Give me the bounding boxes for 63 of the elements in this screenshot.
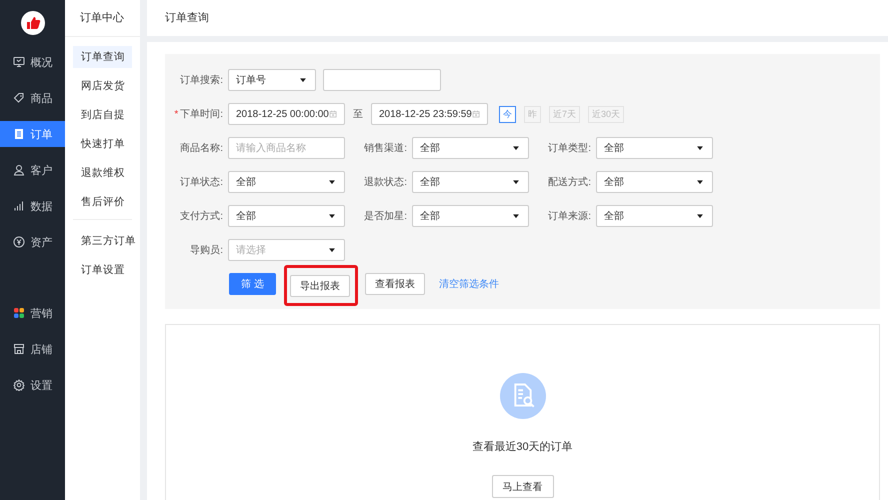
search-type-select[interactable]: 订单号 — [228, 69, 316, 91]
nav-item[interactable]: 订单 — [0, 121, 65, 147]
nav-item[interactable]: 数据 — [0, 193, 65, 219]
filter-button[interactable]: 筛 选 — [229, 273, 276, 295]
field-label: 导购员: — [189, 244, 223, 257]
nav-item[interactable]: 店铺 — [0, 336, 65, 362]
nav-item[interactable]: 商品 — [0, 85, 65, 111]
nav-item[interactable]: 概况 — [0, 49, 65, 75]
document-icon — [12, 128, 24, 140]
store-icon — [12, 343, 24, 355]
logo-icon — [20, 11, 44, 35]
empty-message: 查看最近30天的订单 — [472, 440, 573, 454]
field-label: 订单搜索: — [179, 74, 223, 87]
date-preset-button[interactable]: 今 — [499, 106, 516, 122]
calendar-icon — [472, 109, 480, 119]
menu-item[interactable]: 退款维权 — [73, 162, 132, 184]
field-label: 商品名称: — [179, 142, 223, 155]
report-button[interactable]: 导出报表 — [290, 274, 350, 296]
required-mark: * — [174, 109, 178, 120]
select-field[interactable]: 全部 — [412, 205, 529, 227]
section-title: 订单中心 — [65, 0, 140, 37]
range-separator: 至 — [353, 108, 363, 121]
user-icon — [12, 164, 24, 176]
search-input[interactable] — [323, 69, 441, 91]
field-label: 下单时间: — [180, 109, 223, 120]
nav-item[interactable]: 营销 — [0, 300, 65, 326]
field-label: 是否加星: — [363, 210, 407, 223]
date-field[interactable]: 2018-12-25 00:00:00 — [228, 103, 345, 125]
select-field[interactable]: 全部 — [596, 205, 713, 227]
tag-icon — [12, 92, 24, 104]
select-field[interactable]: 全部 — [596, 137, 713, 159]
nav-item[interactable]: 设置 — [0, 372, 65, 398]
document-search-icon — [500, 373, 546, 419]
date-field[interactable]: 2018-12-25 23:59:59 — [371, 103, 488, 125]
field-label: 退款状态: — [363, 176, 407, 189]
nav-item[interactable]: 资产 — [0, 229, 65, 255]
select-field[interactable]: 全部 — [412, 171, 529, 193]
field-label: 配送方式: — [547, 176, 591, 189]
page-title: 订单查询 — [147, 0, 888, 42]
nav-item[interactable]: 客户 — [0, 157, 65, 183]
field-label: 订单来源: — [547, 210, 591, 223]
menu-item[interactable]: 快速打单 — [73, 133, 132, 155]
select-field[interactable]: 全部 — [596, 171, 713, 193]
report-button[interactable]: 查看报表 — [364, 273, 425, 295]
view-now-button[interactable]: 马上查看 — [492, 475, 554, 498]
menu-item[interactable]: 网店发货 — [73, 75, 132, 97]
apps-icon — [12, 307, 24, 319]
settings-icon — [12, 379, 24, 391]
bar-chart-icon — [12, 200, 24, 212]
yuan-coin-icon — [12, 236, 24, 248]
menu-item[interactable]: 订单查询 — [73, 46, 132, 68]
field-label: 销售渠道: — [363, 142, 407, 155]
select-field[interactable]: 全部 — [228, 171, 345, 193]
monitor-icon — [12, 56, 24, 68]
menu-item[interactable]: 订单设置 — [73, 259, 132, 281]
field-label: 订单类型: — [547, 142, 591, 155]
select-field[interactable]: 全部 — [228, 205, 345, 227]
menu-item[interactable]: 售后评价 — [73, 191, 132, 213]
field-label: 支付方式: — [179, 210, 223, 223]
select-field[interactable]: 全部 — [412, 137, 529, 159]
menu-item[interactable]: 到店自提 — [73, 104, 132, 126]
calendar-icon — [328, 109, 337, 119]
field-label: 订单状态: — [179, 176, 223, 189]
